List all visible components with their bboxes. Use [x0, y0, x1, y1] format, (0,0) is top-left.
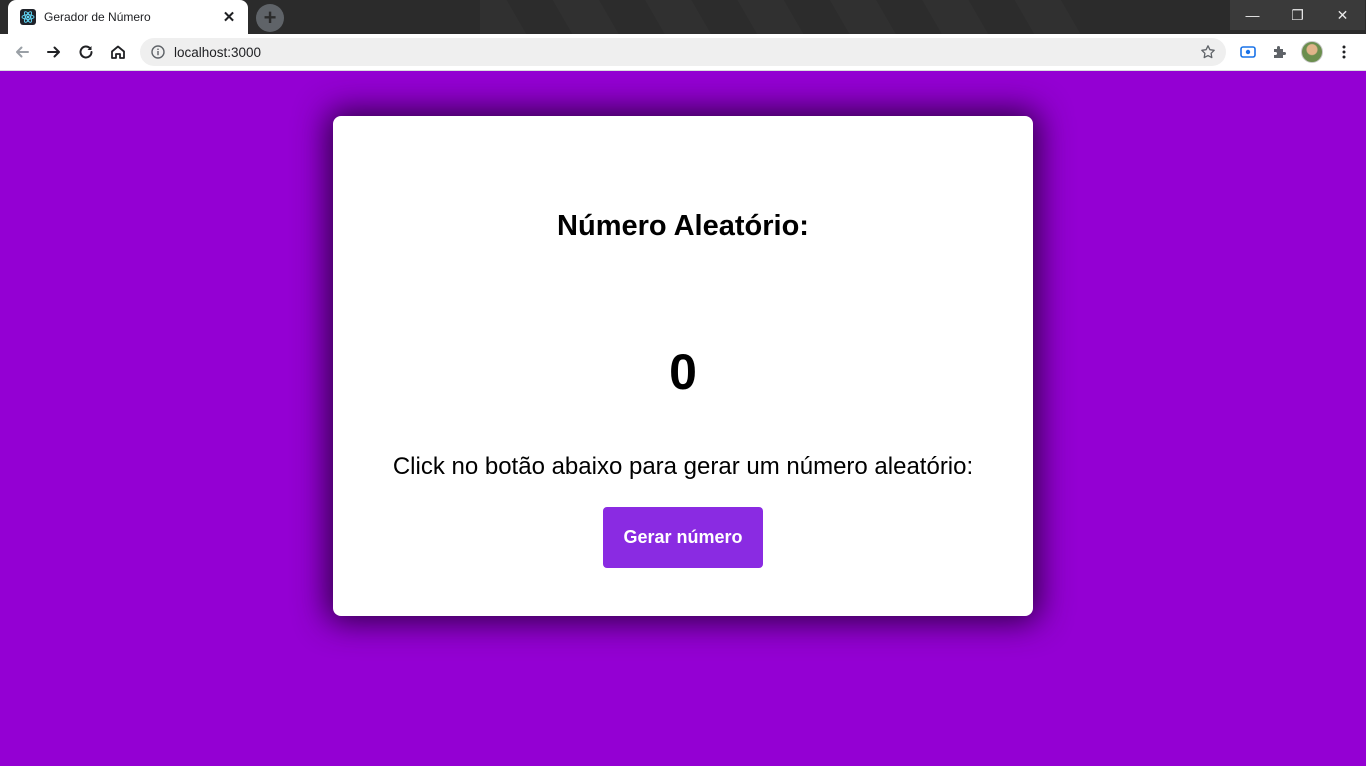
info-icon[interactable] [150, 44, 166, 60]
browser-tab-active[interactable]: Gerador de Número ✕ [8, 0, 248, 34]
reload-icon [79, 45, 93, 59]
browser-menu-button[interactable] [1330, 38, 1358, 66]
arrow-left-icon [16, 46, 29, 58]
restore-icon: ❐ [1291, 6, 1304, 23]
puzzle-icon [1274, 46, 1286, 58]
titlebar-theme-pattern [480, 0, 1080, 34]
card-title: Número Aleatório: [557, 210, 809, 242]
back-button[interactable] [8, 38, 36, 66]
profile-button[interactable] [1298, 38, 1326, 66]
number-generator-card: Número Aleatório: 0 Click no botão abaix… [333, 116, 1033, 616]
browser-toolbar: localhost:3000 [0, 34, 1366, 71]
screen-record-icon [1240, 46, 1256, 58]
more-vertical-icon [1342, 45, 1346, 59]
instruction-text: Click no botão abaixo para gerar um núme… [392, 453, 974, 480]
bookmark-star-icon[interactable] [1194, 38, 1222, 66]
tab-title: Gerador de Número [44, 10, 151, 24]
avatar [1301, 41, 1323, 63]
reload-button[interactable] [72, 38, 100, 66]
screencast-extension-button[interactable] [1234, 38, 1262, 66]
react-logo-icon [20, 9, 36, 25]
address-bar[interactable]: localhost:3000 [140, 38, 1226, 66]
page-body: Número Aleatório: 0 Click no botão abaix… [0, 71, 1366, 766]
window-minimize-button[interactable]: — [1230, 0, 1275, 30]
home-icon [111, 45, 125, 59]
generate-number-button[interactable]: Gerar número [603, 507, 763, 568]
home-button[interactable] [104, 38, 132, 66]
extensions-button[interactable] [1266, 38, 1294, 66]
address-url[interactable]: localhost:3000 [174, 45, 1194, 60]
window-close-button[interactable]: ✕ [1320, 0, 1365, 30]
arrow-right-icon [47, 46, 60, 58]
new-tab-button[interactable]: + [256, 4, 284, 32]
plus-icon: + [263, 5, 277, 30]
close-icon: ✕ [1336, 6, 1349, 23]
forward-button[interactable] [40, 38, 68, 66]
browser-titlebar: Gerador de Número ✕ + — ❐ ✕ [0, 0, 1366, 34]
window-restore-button[interactable]: ❐ [1275, 0, 1320, 30]
tab-close-icon[interactable]: ✕ [220, 8, 238, 26]
random-number-display: 0 [669, 344, 697, 400]
minimize-icon: — [1245, 7, 1260, 23]
